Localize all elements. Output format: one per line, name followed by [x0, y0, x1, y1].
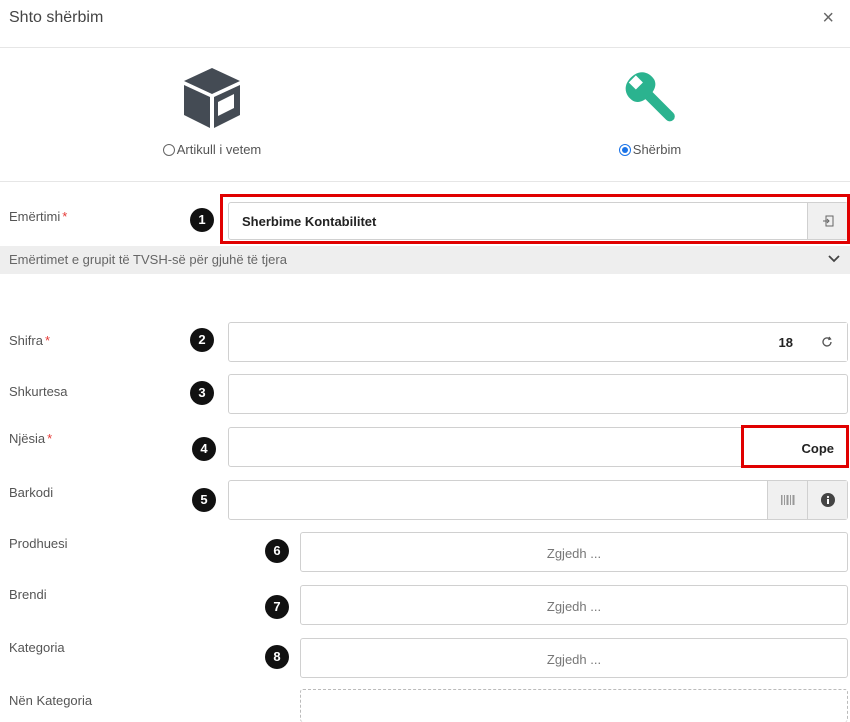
- dialog-header: Shto shërbim ×: [0, 0, 850, 48]
- step-badge-2: 2: [190, 328, 214, 352]
- step-badge-4: 4: [192, 437, 216, 461]
- info-icon: [820, 493, 835, 507]
- barkodi-input[interactable]: [228, 480, 848, 520]
- refresh-icon: [822, 336, 832, 347]
- refresh-button[interactable]: [807, 323, 847, 361]
- type-option-service[interactable]: Shërbim: [550, 66, 750, 157]
- kategoria-label: Kategoria: [9, 640, 65, 655]
- shifra-input[interactable]: 18: [228, 322, 848, 362]
- njesia-input[interactable]: Cope: [228, 427, 848, 467]
- step-badge-7: 7: [265, 595, 289, 619]
- shifra-label: Shifra *: [9, 333, 51, 348]
- radio-item-label: Artikull i vetem: [176, 142, 262, 157]
- dialog-title: Shto shërbim: [9, 9, 104, 26]
- emertimi-input[interactable]: Sherbime Kontabilitet: [228, 202, 848, 240]
- step-badge-1: 1: [190, 208, 214, 232]
- login-icon: [822, 215, 833, 227]
- emertimi-label: Emërtimi *: [9, 209, 68, 224]
- barcode-icon: [780, 495, 794, 505]
- step-badge-8: 8: [265, 645, 289, 669]
- njesia-label: Njësia *: [9, 431, 53, 446]
- barkodi-label: Barkodi: [9, 485, 54, 500]
- type-selector: Artikull i vetem Shërbim: [0, 48, 850, 182]
- brendi-label: Brendi: [9, 587, 47, 602]
- nen-kategoria-label: Nën Kategoria: [9, 693, 93, 708]
- kategoria-select[interactable]: Zgjedh ...: [300, 638, 848, 678]
- barcode-button[interactable]: [767, 481, 807, 519]
- chevron-down-icon: [828, 255, 840, 263]
- type-option-item[interactable]: Artikull i vetem: [112, 66, 312, 157]
- step-badge-6: 6: [265, 539, 289, 563]
- wrench-icon: [625, 72, 675, 122]
- brendi-select[interactable]: Zgjedh ...: [300, 585, 848, 625]
- info-button[interactable]: [807, 481, 847, 519]
- prodhuesi-select[interactable]: Zgjedh ...: [300, 532, 848, 572]
- translate-button[interactable]: [807, 203, 847, 239]
- prodhuesi-label: Prodhuesi: [9, 536, 68, 551]
- shkurtesa-input[interactable]: [228, 374, 848, 414]
- close-icon[interactable]: ×: [822, 8, 834, 28]
- step-badge-5: 5: [192, 488, 216, 512]
- radio-item[interactable]: [162, 143, 175, 156]
- shkurtesa-label: Shkurtesa: [9, 384, 68, 399]
- box-icon: [184, 68, 240, 128]
- step-badge-3: 3: [190, 381, 214, 405]
- radio-service-label: Shërbim: [632, 142, 682, 157]
- group-names-toggle[interactable]: Emërtimet e grupit të TVSH-së për gjuhë …: [0, 246, 850, 274]
- radio-service[interactable]: [618, 143, 631, 156]
- nen-kategoria-select[interactable]: [300, 689, 848, 722]
